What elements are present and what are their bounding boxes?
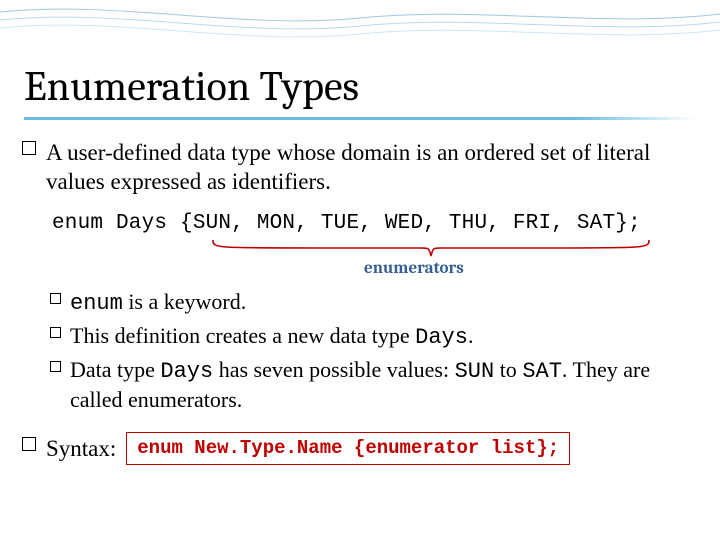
- square-bullet-icon: [22, 437, 36, 451]
- code-days: Days: [415, 325, 468, 350]
- sub-bullet-values: Data type Days has seven possible values…: [70, 356, 690, 414]
- definition-bullet: A user-defined data type whose domain is…: [46, 138, 690, 197]
- enumerators-label: enumerators: [364, 258, 464, 280]
- text-keyword: is a keyword.: [123, 289, 246, 314]
- square-bullet-icon: [50, 361, 61, 372]
- text-values-mid: has seven possible values:: [213, 357, 454, 382]
- syntax-label: Syntax:: [46, 436, 116, 461]
- code-enum: enum: [70, 291, 123, 316]
- down-brace-icon: [211, 238, 651, 260]
- definition-text: A user-defined data type whose domain is…: [46, 140, 650, 194]
- sub-bullet-keyword: enum is a keyword.: [70, 288, 690, 318]
- syntax-box: enum New.Type.Name {enumerator list};: [126, 432, 570, 464]
- syntax-bullet: Syntax: enum New.Type.Name {enumerator l…: [46, 432, 690, 464]
- slide-title: Enumeration Types: [0, 0, 720, 117]
- square-bullet-icon: [22, 141, 36, 155]
- code-days2: Days: [160, 359, 213, 384]
- text-creates-post: .: [468, 323, 474, 348]
- slide-body: A user-defined data type whose domain is…: [0, 138, 720, 465]
- sub-bullet-creates: This definition creates a new data type …: [70, 322, 690, 352]
- square-bullet-icon: [50, 293, 61, 304]
- enum-code-line: enum Days {SUN, MON, TUE, WED, THU, FRI,…: [52, 211, 690, 238]
- code-sun: SUN: [455, 359, 495, 384]
- text-creates-pre: This definition creates a new data type: [70, 323, 415, 348]
- square-bullet-icon: [50, 327, 61, 338]
- text-values-pre: Data type: [70, 357, 160, 382]
- slide: Enumeration Types A user-defined data ty…: [0, 0, 720, 540]
- brace-annotation: enumerators: [46, 240, 690, 280]
- text-values-mid2: to: [494, 357, 522, 382]
- title-underline: [24, 117, 696, 120]
- code-sat: SAT: [522, 359, 562, 384]
